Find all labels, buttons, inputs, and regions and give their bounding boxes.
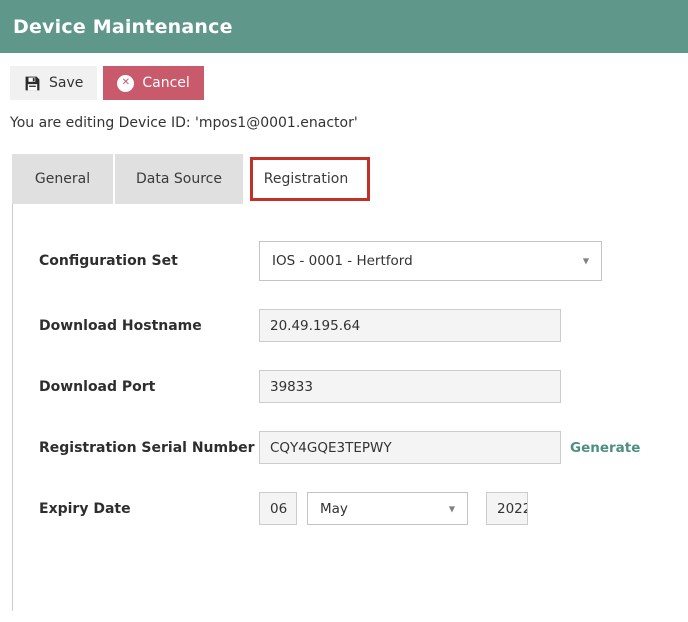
page-header: Device Maintenance (0, 0, 688, 53)
save-button-label: Save (49, 75, 84, 91)
device-maintenance-window: Device Maintenance Save ✕ Cancel You are… (0, 0, 688, 622)
cancel-button-label: Cancel (142, 75, 190, 91)
configuration-set-label: Configuration Set (39, 253, 178, 269)
expiry-year-input[interactable] (486, 492, 528, 525)
chevron-down-icon: ▼ (582, 256, 589, 266)
save-floppy-icon (24, 75, 41, 92)
expiry-month-select[interactable]: May ▼ (307, 492, 468, 525)
download-hostname-label: Download Hostname (39, 317, 202, 334)
registration-serial-number-label: Registration Serial Number (39, 439, 255, 456)
tab-bar: General Data Source Registration (12, 154, 688, 204)
configuration-set-row: Configuration Set IOS - 0001 - Hertford … (39, 241, 688, 281)
expiry-month-value: May (320, 500, 348, 517)
cancel-button[interactable]: ✕ Cancel (103, 66, 204, 100)
download-hostname-input[interactable] (259, 309, 561, 342)
tab-registration-label: Registration (263, 171, 349, 187)
expiry-day-input[interactable] (259, 492, 297, 525)
tab-data-source-label: Data Source (136, 171, 222, 187)
configuration-set-value: IOS - 0001 - Hertford (272, 253, 413, 269)
tab-registration[interactable]: Registration (245, 154, 370, 204)
tab-data-source[interactable]: Data Source (115, 154, 243, 204)
generate-link[interactable]: Generate (570, 440, 640, 456)
download-port-input[interactable] (259, 370, 561, 403)
tab-general[interactable]: General (12, 154, 113, 204)
registration-serial-number-row: Registration Serial Number Generate (39, 431, 688, 464)
cancel-circle-x-icon: ✕ (117, 74, 135, 92)
expiry-date-label: Expiry Date (39, 500, 131, 517)
registration-serial-number-input[interactable] (259, 431, 561, 464)
save-button[interactable]: Save (10, 66, 98, 100)
configuration-set-select[interactable]: IOS - 0001 - Hertford ▼ (259, 241, 602, 281)
download-port-label: Download Port (39, 378, 156, 395)
expiry-date-row: Expiry Date May ▼ (39, 492, 688, 525)
download-hostname-row: Download Hostname (39, 309, 688, 342)
editing-notice: You are editing Device ID: 'mpos1@0001.e… (10, 115, 358, 131)
chevron-down-icon: ▼ (448, 504, 455, 513)
toolbar: Save ✕ Cancel (10, 66, 688, 100)
download-port-row: Download Port (39, 370, 688, 403)
tab-general-label: General (34, 171, 91, 187)
page-title: Device Maintenance (13, 15, 233, 38)
registration-tab-panel: Configuration Set IOS - 0001 - Hertford … (12, 204, 688, 611)
